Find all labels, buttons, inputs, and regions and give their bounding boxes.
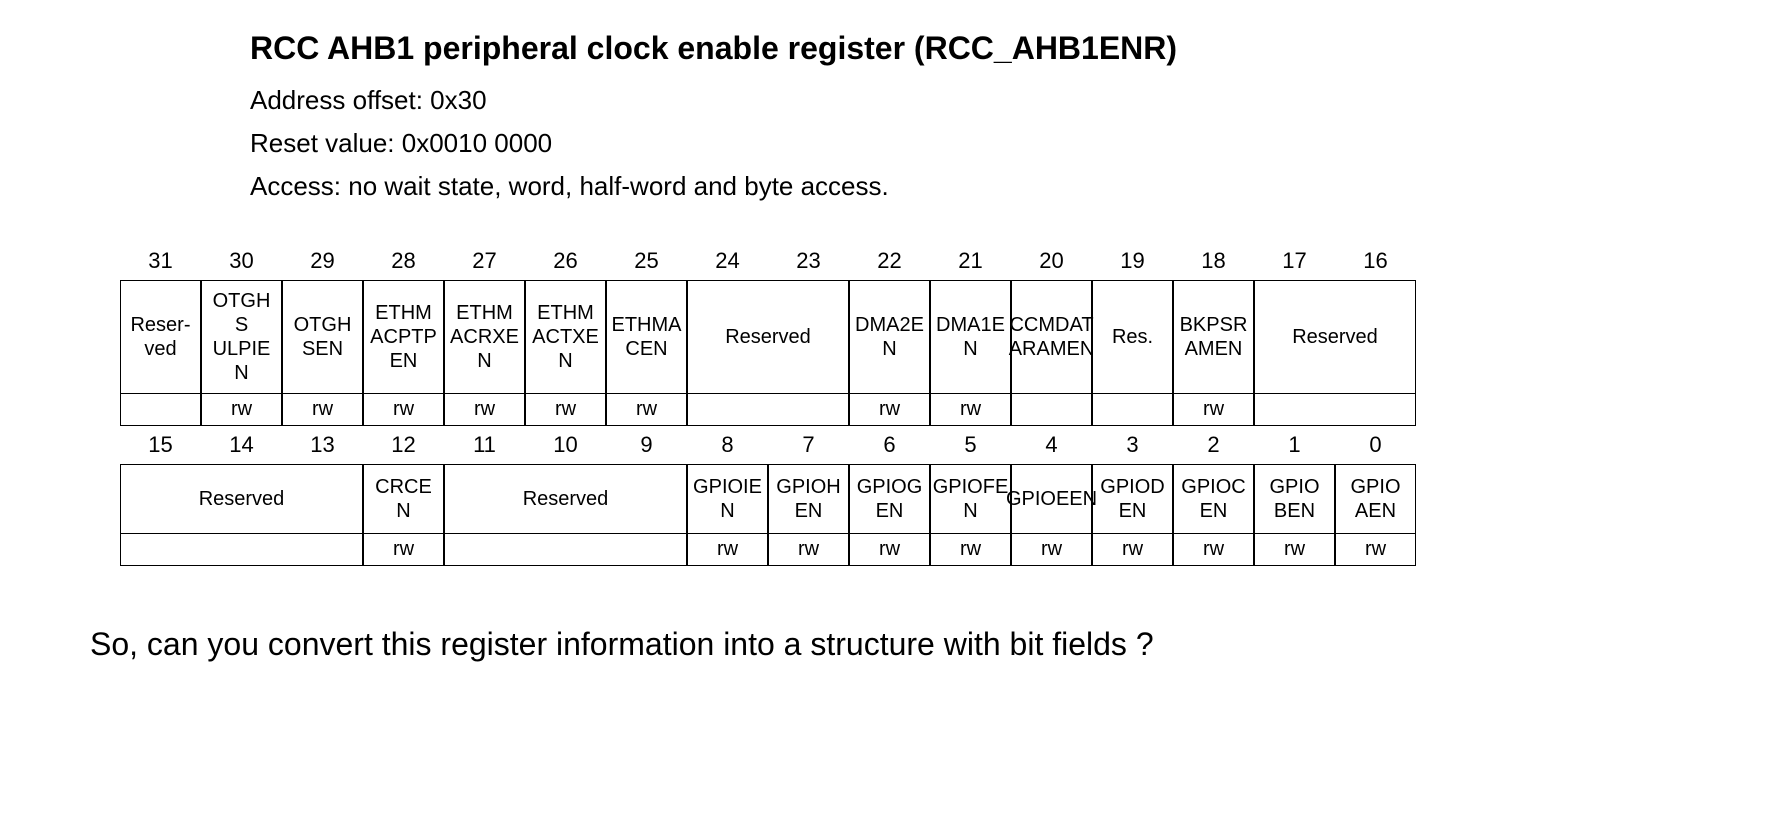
bit-number: 23 (768, 242, 849, 280)
bit-field: GPIOIE N (687, 464, 768, 534)
access-cell: rw (201, 394, 282, 426)
access-cell: rw (444, 394, 525, 426)
bit-number: 14 (201, 426, 282, 464)
bit-number: 11 (444, 426, 525, 464)
access-cell: rw (606, 394, 687, 426)
access-cell: rw (1092, 534, 1173, 566)
field-row-high: Reser- ved OTGH S ULPIE N OTGH SEN ETHM … (120, 280, 1725, 394)
bit-field: Reserved (1254, 280, 1416, 394)
access-cell: rw (849, 534, 930, 566)
bit-numbers-high: 31 30 29 28 27 26 25 24 23 22 21 20 19 1… (120, 242, 1725, 280)
bit-number: 26 (525, 242, 606, 280)
access-info: Access: no wait state, word, half-word a… (250, 171, 1725, 202)
bit-field: CRCE N (363, 464, 444, 534)
bit-number: 25 (606, 242, 687, 280)
bit-number: 31 (120, 242, 201, 280)
access-row-high: rw rw rw rw rw rw rw rw rw (120, 394, 1725, 426)
bit-number: 0 (1335, 426, 1416, 464)
access-cell (120, 394, 201, 426)
question-text: So, can you convert this register inform… (90, 626, 1725, 663)
bit-number: 12 (363, 426, 444, 464)
register-title: RCC AHB1 peripheral clock enable registe… (250, 30, 1725, 67)
bit-number: 8 (687, 426, 768, 464)
register-bitfield-table: 31 30 29 28 27 26 25 24 23 22 21 20 19 1… (120, 242, 1725, 566)
bit-field: DMA2E N (849, 280, 930, 394)
bit-field: CCMDAT ARAMEN (1011, 280, 1092, 394)
bit-field: GPIO BEN (1254, 464, 1335, 534)
access-cell: rw (1011, 534, 1092, 566)
access-cell: rw (1173, 394, 1254, 426)
access-cell: rw (525, 394, 606, 426)
bit-field: BKPSR AMEN (1173, 280, 1254, 394)
field-row-low: Reserved CRCE N Reserved GPIOIE N GPIOH … (120, 464, 1725, 534)
access-cell: rw (930, 394, 1011, 426)
bit-number: 6 (849, 426, 930, 464)
bit-field: GPIOH EN (768, 464, 849, 534)
access-cell: rw (363, 534, 444, 566)
bit-number: 22 (849, 242, 930, 280)
bit-field: Reserved (687, 280, 849, 394)
bit-number: 21 (930, 242, 1011, 280)
bit-number: 20 (1011, 242, 1092, 280)
access-cell: rw (1173, 534, 1254, 566)
bit-numbers-low: 15 14 13 12 11 10 9 8 7 6 5 4 3 2 1 0 (120, 426, 1725, 464)
bit-number: 1 (1254, 426, 1335, 464)
address-offset: Address offset: 0x30 (250, 85, 1725, 116)
access-cell (444, 534, 687, 566)
access-row-low: rw rw rw rw rw rw rw rw rw rw (120, 534, 1725, 566)
access-cell (120, 534, 363, 566)
bit-field: Reserved (120, 464, 363, 534)
bit-number: 18 (1173, 242, 1254, 280)
bit-number: 30 (201, 242, 282, 280)
bit-field: Res. (1092, 280, 1173, 394)
access-cell: rw (1254, 534, 1335, 566)
bit-number: 4 (1011, 426, 1092, 464)
bit-field: GPIOG EN (849, 464, 930, 534)
access-cell (687, 394, 849, 426)
reset-value: Reset value: 0x0010 0000 (250, 128, 1725, 159)
bit-number: 15 (120, 426, 201, 464)
bit-number: 3 (1092, 426, 1173, 464)
bit-number: 5 (930, 426, 1011, 464)
access-cell (1092, 394, 1173, 426)
bit-number: 17 (1254, 242, 1335, 280)
bit-field: GPIOFE N (930, 464, 1011, 534)
access-cell (1011, 394, 1092, 426)
bit-field: GPIO AEN (1335, 464, 1416, 534)
bit-field: Reser- ved (120, 280, 201, 394)
access-cell: rw (768, 534, 849, 566)
bit-number: 27 (444, 242, 525, 280)
bit-number: 10 (525, 426, 606, 464)
bit-number: 2 (1173, 426, 1254, 464)
access-cell: rw (363, 394, 444, 426)
access-cell: rw (282, 394, 363, 426)
bit-number: 24 (687, 242, 768, 280)
bit-number: 9 (606, 426, 687, 464)
bit-number: 29 (282, 242, 363, 280)
bit-field: GPIOC EN (1173, 464, 1254, 534)
bit-number: 19 (1092, 242, 1173, 280)
bit-field: OTGH S ULPIE N (201, 280, 282, 394)
bit-number: 28 (363, 242, 444, 280)
access-cell: rw (849, 394, 930, 426)
bit-field: GPIOD EN (1092, 464, 1173, 534)
bit-field: Reserved (444, 464, 687, 534)
bit-field: ETHM ACPTP EN (363, 280, 444, 394)
bit-number: 16 (1335, 242, 1416, 280)
register-header: RCC AHB1 peripheral clock enable registe… (250, 30, 1725, 202)
bit-field: OTGH SEN (282, 280, 363, 394)
bit-field: DMA1E N (930, 280, 1011, 394)
bit-field: GPIOEEN (1011, 464, 1092, 534)
access-cell: rw (687, 534, 768, 566)
bit-number: 13 (282, 426, 363, 464)
bit-field: ETHM ACTXE N (525, 280, 606, 394)
bit-field: ETHM ACRXE N (444, 280, 525, 394)
access-cell: rw (930, 534, 1011, 566)
bit-field: ETHMA CEN (606, 280, 687, 394)
bit-number: 7 (768, 426, 849, 464)
access-cell: rw (1335, 534, 1416, 566)
access-cell (1254, 394, 1416, 426)
